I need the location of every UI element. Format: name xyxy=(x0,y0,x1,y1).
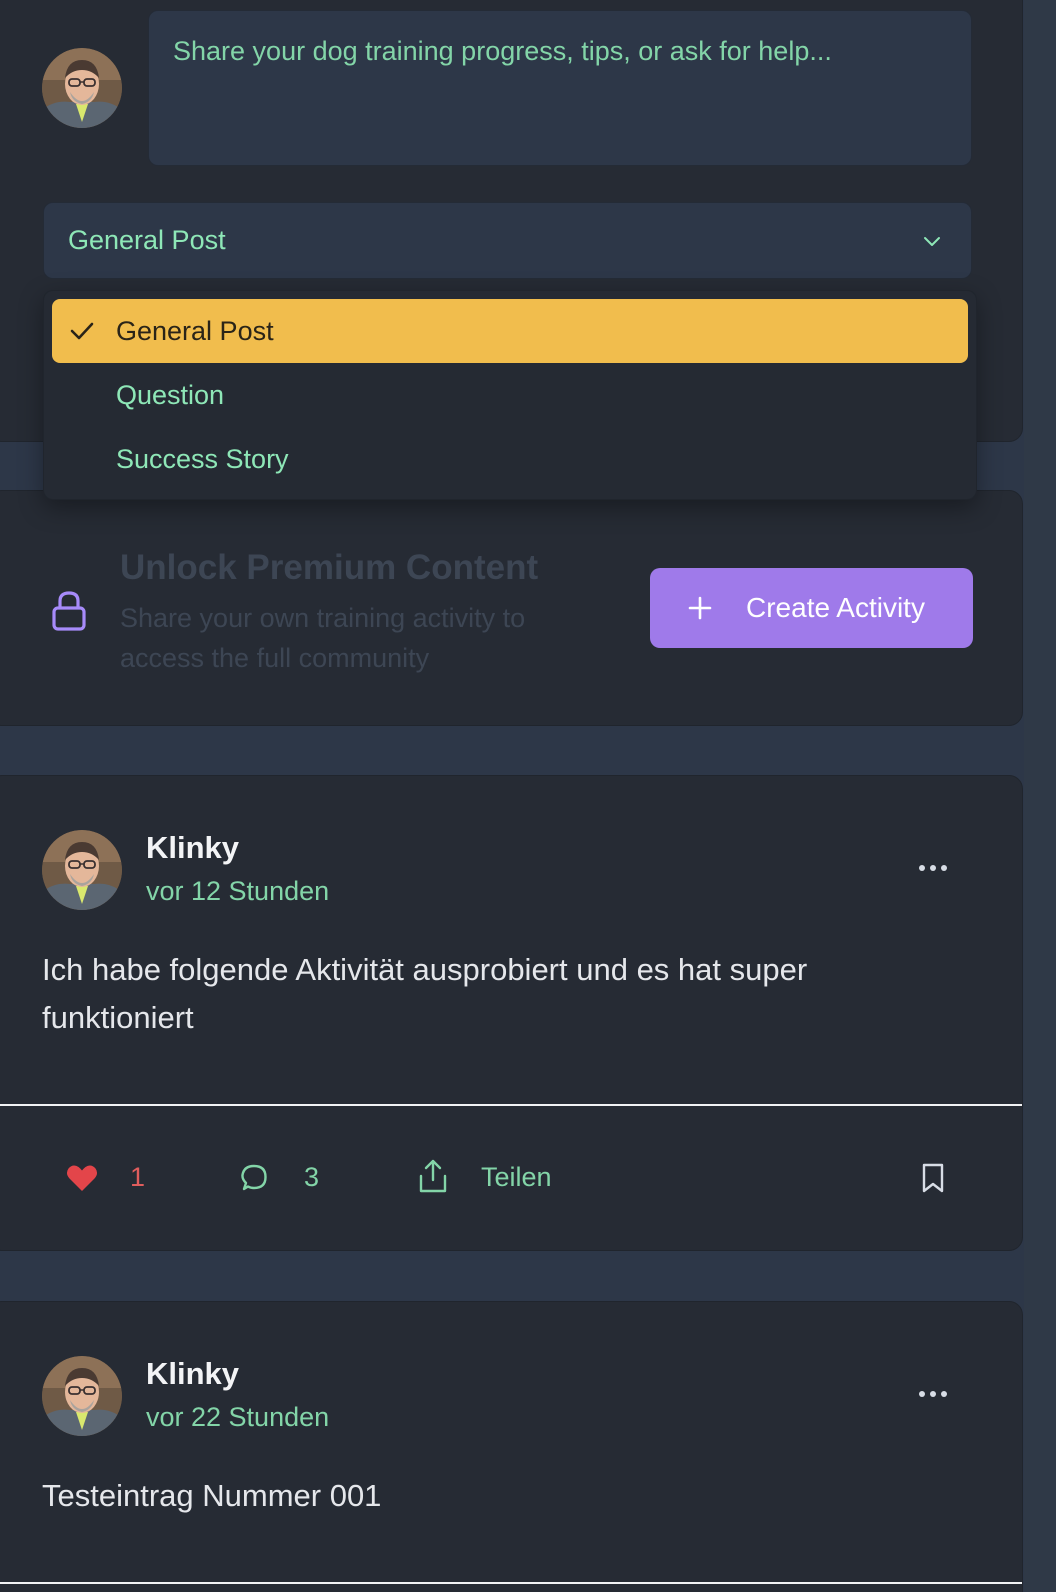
option-general-post[interactable]: General Post xyxy=(52,299,968,363)
post-author-name[interactable]: Klinky xyxy=(146,830,239,866)
post-divider xyxy=(0,1104,1022,1106)
comment-icon[interactable] xyxy=(238,1162,270,1194)
post-timestamp: vor 22 Stunden xyxy=(146,1402,330,1432)
post-timestamp: vor 12 Stunden xyxy=(146,876,330,906)
post-author-avatar[interactable] xyxy=(42,830,122,910)
option-success-story[interactable]: Success Story xyxy=(52,427,968,491)
post-content: Testeintrag Nummer 001 xyxy=(42,1478,382,1513)
more-options-icon[interactable] xyxy=(918,1389,948,1399)
option-question-label: Question xyxy=(116,379,225,410)
bookmark-icon[interactable] xyxy=(920,1162,946,1194)
option-question[interactable]: Question xyxy=(52,363,968,427)
post-content: Ich habe folgende Aktivität ausprobiert … xyxy=(42,952,808,1035)
post-composer-input[interactable] xyxy=(148,10,972,166)
post-type-select-value: General Post xyxy=(68,225,226,255)
share-icon[interactable] xyxy=(418,1158,448,1194)
comment-count: 3 xyxy=(304,1162,320,1192)
lock-icon xyxy=(52,591,86,631)
heart-icon[interactable] xyxy=(66,1164,98,1192)
option-success-story-label: Success Story xyxy=(116,443,289,474)
post-author-avatar[interactable] xyxy=(42,1356,122,1436)
premium-description: Share your own training activity to acce… xyxy=(120,603,526,673)
share-button[interactable]: Teilen xyxy=(481,1162,552,1193)
more-options-icon[interactable] xyxy=(918,863,948,873)
page-edge-strip xyxy=(1024,0,1056,1592)
like-count: 1 xyxy=(130,1162,146,1192)
check-icon xyxy=(70,322,94,340)
post-type-select[interactable]: General Post xyxy=(43,202,972,279)
chevron-down-icon xyxy=(924,237,940,246)
create-activity-label: Create Activity xyxy=(746,592,925,623)
plus-icon xyxy=(688,596,712,620)
post-type-dropdown: General Post Question Success Story xyxy=(43,290,977,500)
create-activity-button[interactable]: Create Activity xyxy=(650,568,973,648)
user-avatar xyxy=(42,48,122,128)
post-author-name[interactable]: Klinky xyxy=(146,1356,239,1392)
option-general-post-label: General Post xyxy=(116,315,274,346)
feed-post xyxy=(0,1301,1023,1592)
avatar-portrait-icon xyxy=(42,1356,122,1436)
post-divider xyxy=(0,1582,1022,1584)
avatar-portrait-icon xyxy=(42,48,122,128)
premium-title: Unlock Premium Content xyxy=(120,548,539,587)
avatar-portrait-icon xyxy=(42,830,122,910)
community-feed-page: General Post General Post Question Succe… xyxy=(0,0,1056,1592)
